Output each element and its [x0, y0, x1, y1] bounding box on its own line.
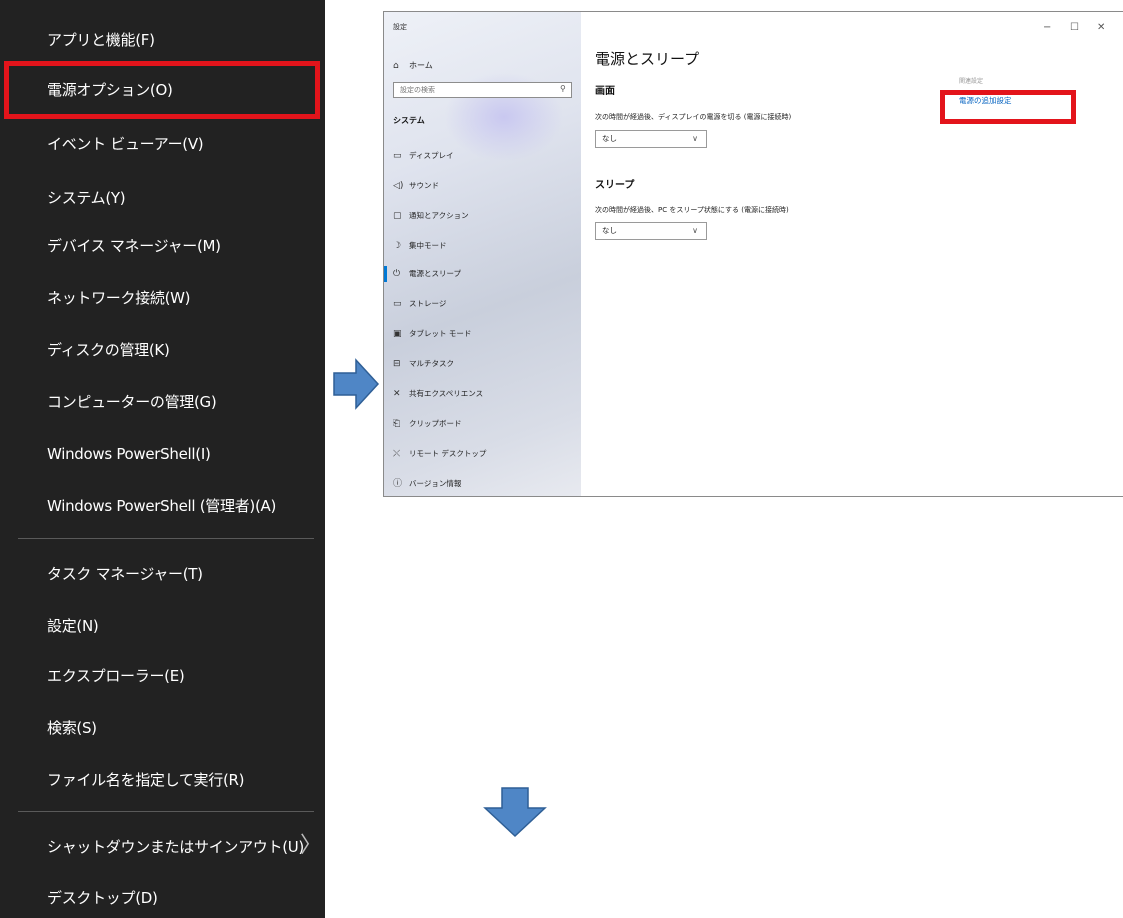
menu-item-powershell[interactable]: Windows PowerShell(I): [47, 434, 211, 474]
storage-icon: ▭: [393, 299, 402, 309]
screen-timeout-value: なし: [602, 134, 617, 143]
shared-icon: ✕: [393, 389, 401, 399]
related-settings-label: 関連設定: [959, 78, 984, 85]
sidebar-item-label: クリップボード: [409, 419, 462, 428]
menu-item-apps-features[interactable]: アプリと機能(F): [47, 20, 155, 60]
settings-window: 設定 ⌂ホーム ⚲ システム ▭ディスプレイ ◁)サウンド ▢通知とアクション …: [383, 11, 1123, 497]
info-icon: ⓘ: [393, 479, 403, 489]
menu-item-event-viewer[interactable]: イベント ビューアー(V): [47, 124, 204, 164]
menu-item-run[interactable]: ファイル名を指定して実行(R): [47, 760, 244, 800]
window-title: 設定: [393, 23, 407, 31]
sidebar-item-label: マルチタスク: [409, 359, 454, 368]
sidebar-item-label: 通知とアクション: [409, 211, 469, 220]
sidebar-item-label: リモート デスクトップ: [409, 449, 487, 458]
highlight-box-power-link: [940, 90, 1076, 124]
menu-item-disk-management[interactable]: ディスクの管理(K): [47, 330, 170, 370]
sidebar-item-label: 電源とスリープ: [409, 269, 462, 278]
menu-item-powershell-admin[interactable]: Windows PowerShell (管理者)(A): [47, 486, 276, 526]
sound-icon: ◁): [393, 181, 404, 191]
close-button[interactable]: ✕: [1097, 22, 1105, 33]
highlight-box-power-options: [4, 61, 320, 119]
arrow-right-icon: [333, 358, 380, 410]
chevron-right-icon: 〉: [300, 833, 323, 858]
settings-sidebar: 設定 ⌂ホーム ⚲ システム ▭ディスプレイ ◁)サウンド ▢通知とアクション …: [384, 12, 581, 496]
sidebar-item-label: ディスプレイ: [409, 151, 454, 160]
menu-item-explorer[interactable]: エクスプローラー(E): [47, 656, 185, 696]
notification-icon: ▢: [393, 211, 402, 221]
power-icon: ⏻: [393, 269, 401, 279]
sidebar-item-shared[interactable]: ✕ 共有エクスペリエンス: [393, 384, 483, 404]
settings-content: 電源とスリープ 画面 次の時間が経過後、ディスプレイの電源を切る (電源に接続時…: [581, 12, 1123, 496]
sidebar-item-label: バージョン情報: [409, 479, 462, 488]
sidebar-item-label: ストレージ: [409, 299, 447, 308]
menu-item-settings[interactable]: 設定(N): [47, 606, 99, 646]
menu-item-network-connections[interactable]: ネットワーク接続(W): [47, 278, 191, 318]
minimize-button[interactable]: −: [1043, 22, 1051, 33]
menu-item-desktop[interactable]: デスクトップ(D): [47, 878, 158, 918]
sleep-heading: スリープ: [595, 180, 635, 191]
menu-item-shutdown-signout[interactable]: シャットダウンまたはサインアウト(U): [47, 827, 304, 867]
menu-item-device-manager[interactable]: デバイス マネージャー(M): [47, 226, 221, 266]
sleep-timeout-dropdown[interactable]: なし ∨: [595, 222, 707, 240]
sidebar-item-label: タブレット モード: [409, 329, 472, 338]
focus-icon: ☽: [393, 241, 402, 251]
sidebar-item-notifications[interactable]: ▢ 通知とアクション: [393, 206, 469, 226]
remote-icon: ⤬: [393, 449, 401, 459]
maximize-button[interactable]: ☐: [1070, 22, 1079, 33]
screen-heading: 画面: [595, 86, 615, 97]
sidebar-item-clipboard[interactable]: ⎗ クリップボード: [393, 414, 462, 434]
sidebar-item-focus[interactable]: ☽ 集中モード: [393, 236, 447, 256]
page-title: 電源とスリープ: [595, 50, 700, 68]
sidebar-home-label: ホーム: [409, 61, 433, 70]
sidebar-item-power-sleep[interactable]: ⏻ 電源とスリープ: [393, 264, 461, 284]
screen-timeout-dropdown[interactable]: なし ∨: [595, 130, 707, 148]
sidebar-item-storage[interactable]: ▭ ストレージ: [393, 294, 446, 314]
sleep-timeout-value: なし: [602, 226, 617, 235]
menu-item-system[interactable]: システム(Y): [47, 178, 126, 218]
tablet-icon: ▣: [393, 329, 402, 339]
menu-item-task-manager[interactable]: タスク マネージャー(T): [47, 554, 203, 594]
home-icon: ⌂: [393, 61, 399, 71]
sidebar-item-label: 共有エクスペリエンス: [409, 389, 484, 398]
clipboard-icon: ⎗: [393, 419, 401, 429]
sidebar-home[interactable]: ⌂ ホーム: [393, 60, 433, 71]
sidebar-item-sound[interactable]: ◁) サウンド: [393, 176, 439, 196]
settings-search-input[interactable]: [393, 82, 572, 98]
sidebar-item-remote-desktop[interactable]: ⤬ リモート デスクトップ: [393, 444, 486, 464]
menu-separator: [18, 538, 314, 539]
screen-timeout-description: 次の時間が経過後、ディスプレイの電源を切る (電源に接続時): [595, 113, 792, 121]
sidebar-item-tablet[interactable]: ▣ タブレット モード: [393, 324, 471, 344]
chevron-down-icon: ∨: [692, 226, 698, 235]
sidebar-item-multitask[interactable]: ⊟ マルチタスク: [393, 354, 454, 374]
sidebar-section-title: システム: [393, 116, 425, 125]
search-icon[interactable]: ⚲: [560, 84, 566, 93]
arrow-down-icon: [483, 787, 547, 838]
sidebar-item-about[interactable]: ⓘ バージョン情報: [393, 474, 461, 494]
menu-item-search[interactable]: 検索(S): [47, 708, 97, 748]
active-indicator: [384, 266, 387, 282]
menu-separator: [18, 811, 314, 812]
chevron-down-icon: ∨: [692, 134, 698, 143]
display-icon: ▭: [393, 151, 402, 161]
sidebar-item-label: 集中モード: [409, 241, 447, 250]
sleep-timeout-description: 次の時間が経過後、PC をスリープ状態にする (電源に接続時): [595, 206, 789, 214]
sidebar-item-label: サウンド: [409, 181, 439, 190]
winx-menu: アプリと機能(F) 電源オプション(O) イベント ビューアー(V) システム(…: [0, 0, 325, 918]
menu-item-computer-management[interactable]: コンピューターの管理(G): [47, 382, 217, 422]
sidebar-item-display[interactable]: ▭ ディスプレイ: [393, 146, 453, 166]
multitask-icon: ⊟: [393, 359, 401, 369]
